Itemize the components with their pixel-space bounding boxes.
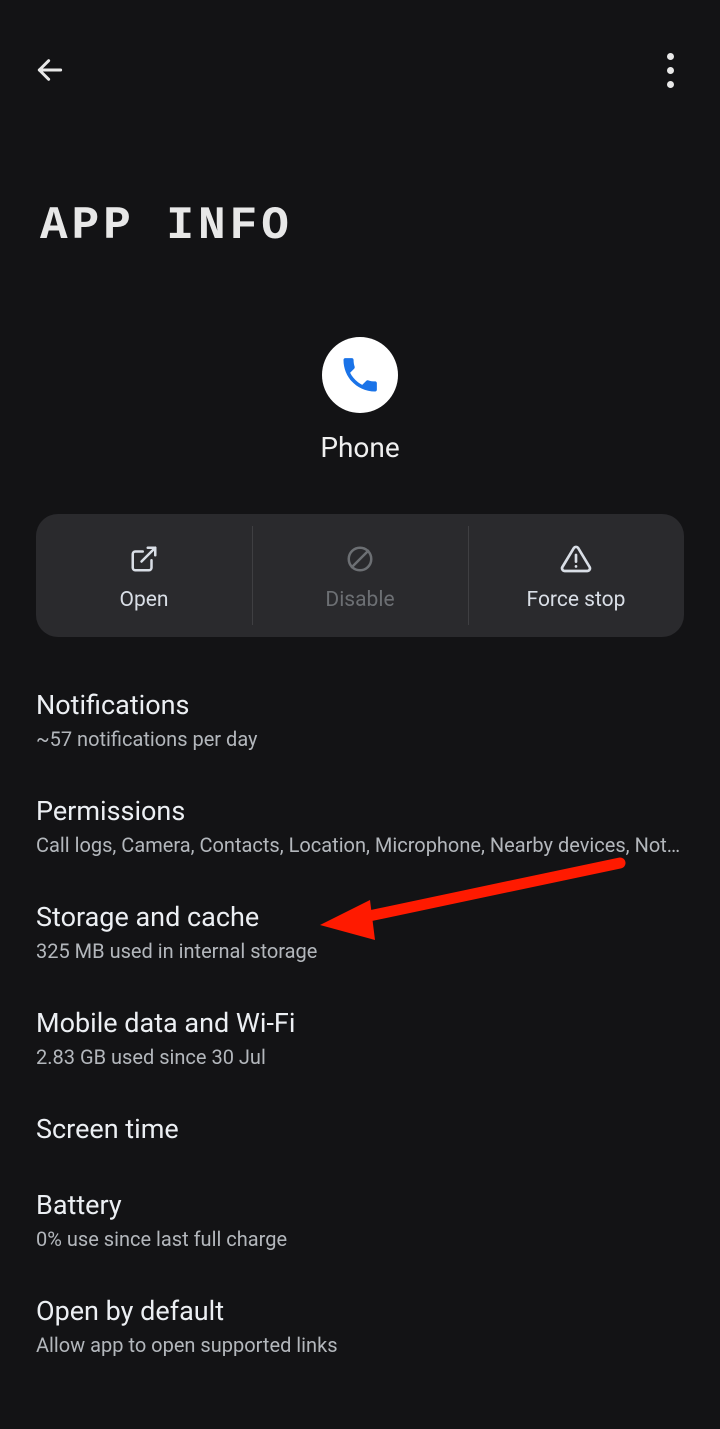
battery-item[interactable]: Battery 0% use since last full charge (36, 1167, 684, 1273)
app-icon (322, 337, 398, 413)
notifications-title: Notifications (36, 689, 684, 721)
storage-and-cache-item[interactable]: Storage and cache 325 MB used in interna… (36, 879, 684, 985)
force-stop-label: Force stop (527, 588, 626, 612)
open-button[interactable]: Open (36, 514, 252, 637)
warning-icon (560, 543, 592, 575)
more-vertical-icon (667, 53, 674, 88)
permissions-item[interactable]: Permissions Call logs, Camera, Contacts,… (36, 773, 684, 879)
data-title: Mobile data and Wi-Fi (36, 1007, 684, 1039)
force-stop-button[interactable]: Force stop (468, 514, 684, 637)
open-default-sub: Allow app to open supported links (36, 1333, 684, 1357)
storage-title: Storage and cache (36, 901, 684, 933)
open-default-title: Open by default (36, 1295, 684, 1327)
battery-sub: 0% use since last full charge (36, 1227, 684, 1251)
open-icon (129, 544, 159, 574)
disable-label: Disable (325, 588, 394, 612)
open-label: Open (120, 588, 169, 612)
permissions-title: Permissions (36, 795, 684, 827)
back-arrow-icon (34, 54, 66, 86)
disable-button[interactable]: Disable (252, 514, 468, 637)
more-options-button[interactable] (650, 50, 690, 90)
app-name: Phone (320, 431, 399, 464)
battery-title: Battery (36, 1189, 684, 1221)
open-by-default-item[interactable]: Open by default Allow app to open suppor… (36, 1273, 684, 1379)
notifications-item[interactable]: Notifications ~57 notifications per day (36, 667, 684, 773)
disable-icon (345, 544, 375, 574)
back-button[interactable] (30, 50, 70, 90)
permissions-sub: Call logs, Camera, Contacts, Location, M… (36, 833, 684, 857)
page-title: APP INFO (40, 200, 720, 252)
mobile-data-wifi-item[interactable]: Mobile data and Wi-Fi 2.83 GB used since… (36, 985, 684, 1091)
phone-icon (338, 353, 382, 397)
notifications-sub: ~57 notifications per day (36, 727, 684, 751)
data-sub: 2.83 GB used since 30 Jul (36, 1045, 684, 1069)
screen-time-item[interactable]: Screen time (36, 1091, 684, 1167)
screen-time-title: Screen time (36, 1113, 684, 1145)
storage-sub: 325 MB used in internal storage (36, 939, 684, 963)
